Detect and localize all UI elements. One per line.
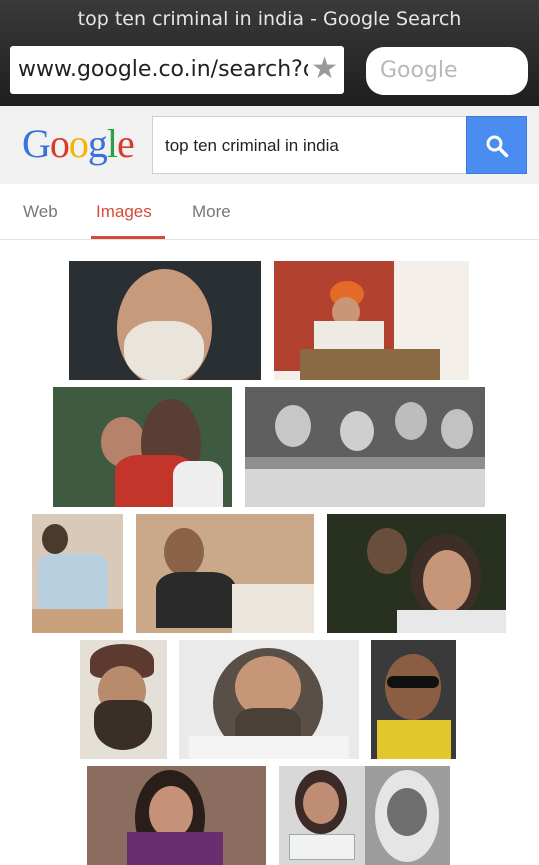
active-tab-indicator: [91, 236, 165, 239]
image-result[interactable]: [365, 766, 450, 865]
image-result[interactable]: [179, 640, 359, 759]
search-tabs: Web Images More: [0, 184, 539, 240]
image-result[interactable]: [87, 766, 266, 865]
image-result[interactable]: [53, 387, 232, 507]
address-text[interactable]: www.google.co.in/search?q=top+ten+crimin…: [18, 57, 308, 82]
image-result[interactable]: [80, 640, 167, 759]
image-result[interactable]: [136, 514, 314, 633]
browser-search-placeholder: Google: [380, 58, 458, 83]
tab-web[interactable]: Web: [23, 202, 58, 222]
image-result[interactable]: [279, 766, 365, 865]
google-logo[interactable]: Google: [22, 120, 135, 167]
star-icon[interactable]: ★: [311, 52, 338, 86]
image-result[interactable]: [371, 640, 456, 759]
search-input[interactable]: top ten criminal in india: [152, 116, 468, 174]
window-title: top ten criminal in india - Google Searc…: [77, 8, 462, 30]
browser-search-box[interactable]: Google: [366, 47, 528, 95]
image-result[interactable]: [32, 514, 123, 633]
search-button[interactable]: [466, 116, 527, 174]
browser-chrome: top ten criminal in india - Google Searc…: [0, 0, 539, 106]
tab-images[interactable]: Images: [96, 202, 152, 222]
address-bar[interactable]: www.google.co.in/search?q=top+ten+crimin…: [10, 46, 344, 94]
image-result[interactable]: [327, 514, 506, 633]
magnifier-icon: [486, 135, 509, 158]
tab-more[interactable]: More: [192, 202, 231, 222]
search-query-text[interactable]: top ten criminal in india: [165, 136, 339, 156]
image-result[interactable]: [245, 387, 485, 507]
image-result[interactable]: [69, 261, 261, 380]
image-result[interactable]: [274, 261, 469, 380]
